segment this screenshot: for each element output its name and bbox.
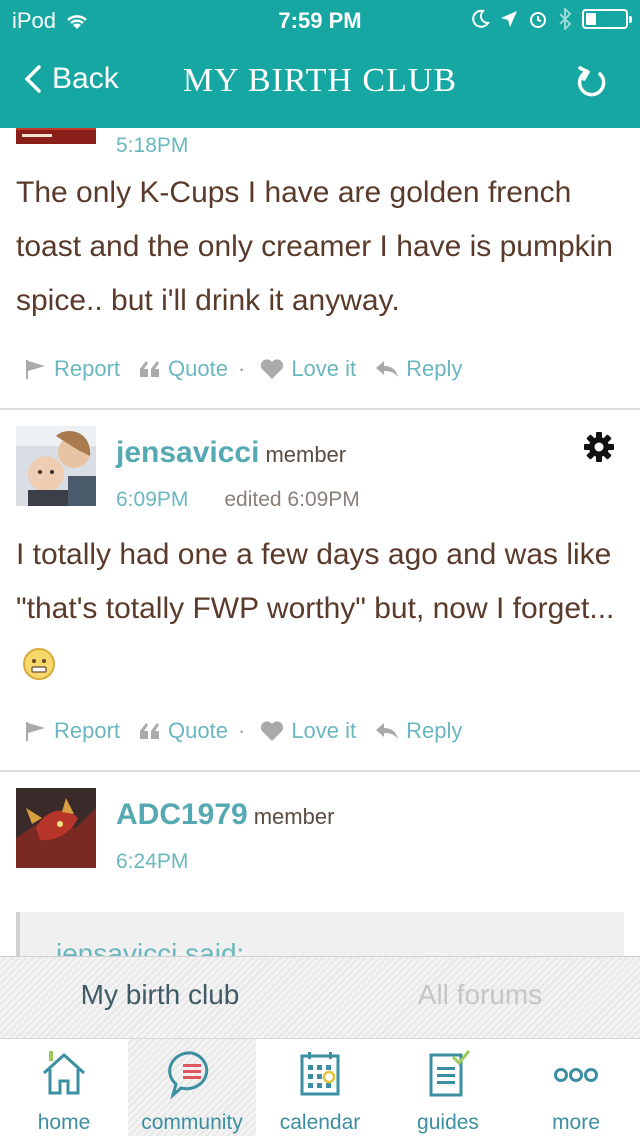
reply-button[interactable]: Reply bbox=[374, 356, 462, 382]
edited-label: edited 6:09PM bbox=[224, 488, 360, 511]
quote-block: jensavicci said: bbox=[16, 912, 624, 956]
avatar[interactable] bbox=[16, 426, 96, 506]
post-actions: Report Quote · Love it Reply bbox=[24, 718, 480, 744]
reply-arrow-icon bbox=[376, 723, 399, 739]
tab-more[interactable]: more bbox=[512, 1039, 640, 1136]
gear-icon[interactable] bbox=[582, 430, 616, 464]
username[interactable]: jensavicci member bbox=[116, 436, 346, 470]
post: ADC1979 member 6:24PM jensavicci said: bbox=[0, 772, 640, 956]
separator-dot: · bbox=[237, 718, 246, 743]
bluetooth-icon bbox=[559, 8, 572, 30]
flag-icon bbox=[26, 360, 45, 379]
quote-icon bbox=[140, 361, 160, 377]
post-time: 5:18PM bbox=[116, 134, 189, 157]
role-label: member bbox=[253, 804, 335, 829]
page-title: MY BIRTH CLUB bbox=[182, 62, 458, 99]
more-dots-icon bbox=[554, 1068, 598, 1082]
reply-arrow-icon bbox=[376, 361, 399, 377]
moon-icon bbox=[472, 9, 490, 28]
tab-bar: home community calendar guides more bbox=[0, 1038, 640, 1136]
calendar-icon bbox=[300, 1052, 340, 1096]
speech-bubble-icon bbox=[168, 1051, 209, 1099]
tab-all-forums[interactable]: All forums bbox=[320, 979, 640, 1011]
tab-calendar[interactable]: calendar bbox=[256, 1039, 384, 1136]
avatar[interactable] bbox=[16, 788, 96, 868]
post-time: 6:09PM edited 6:09PM bbox=[116, 488, 360, 511]
alarm-icon bbox=[530, 12, 546, 28]
heart-icon bbox=[261, 359, 284, 379]
flag-icon bbox=[26, 722, 45, 741]
navigation-bar: Back MY BIRTH CLUB bbox=[0, 40, 640, 128]
quote-button[interactable]: Quote bbox=[138, 718, 228, 744]
post-time: 6:24PM bbox=[116, 850, 189, 873]
tab-community[interactable]: community bbox=[128, 1039, 256, 1136]
quote-icon bbox=[140, 723, 160, 739]
post-body: I totally had one a few days ago and was… bbox=[16, 528, 624, 690]
role-label: member bbox=[265, 442, 347, 467]
separator-dot: · bbox=[237, 356, 246, 381]
clipboard-icon bbox=[429, 1050, 471, 1097]
post: jensavicci member 6:09PM edited 6:09PM I t… bbox=[0, 410, 640, 772]
report-button[interactable]: Report bbox=[24, 356, 120, 382]
reply-button[interactable]: Reply bbox=[374, 718, 462, 744]
username[interactable]: ADC1979 member bbox=[116, 798, 334, 832]
love-button[interactable]: Love it bbox=[259, 718, 356, 744]
love-button[interactable]: Love it bbox=[259, 356, 356, 382]
refresh-icon[interactable] bbox=[572, 62, 612, 102]
tab-guides[interactable]: guides bbox=[384, 1039, 512, 1136]
quote-button[interactable]: Quote bbox=[138, 356, 228, 382]
tab-home[interactable]: home bbox=[0, 1039, 128, 1136]
avatar[interactable] bbox=[16, 128, 96, 144]
location-arrow-icon bbox=[501, 11, 517, 27]
forum-switcher: My birth club All forums bbox=[0, 956, 640, 1038]
status-bar: iPod 7:59 PM bbox=[0, 0, 640, 40]
tab-my-birth-club[interactable]: My birth club bbox=[0, 979, 320, 1011]
thread-content[interactable]: 5:18PM The only K-Cups I have are golden… bbox=[0, 128, 640, 956]
post-actions: Report Quote · Love it Reply bbox=[24, 356, 480, 382]
heart-icon bbox=[261, 721, 284, 741]
sad-emoji-icon bbox=[23, 648, 55, 681]
post-body: The only K-Cups I have are golden french… bbox=[16, 176, 613, 317]
post: 5:18PM The only K-Cups I have are golden… bbox=[0, 128, 640, 410]
quote-author: jensavicci said: bbox=[56, 938, 245, 956]
home-icon bbox=[42, 1051, 86, 1095]
battery-icon bbox=[582, 9, 632, 29]
report-button[interactable]: Report bbox=[24, 718, 120, 744]
